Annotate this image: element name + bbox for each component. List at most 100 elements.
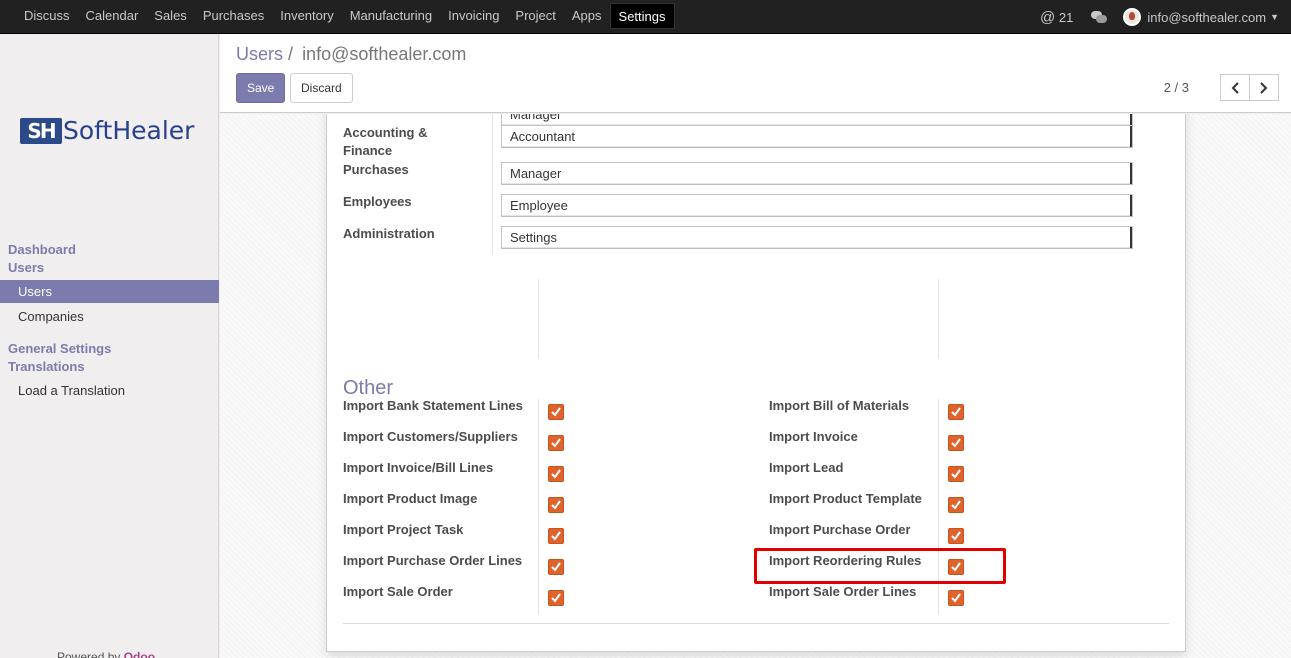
save-button[interactable]: Save [236, 73, 286, 103]
chevron-down-icon[interactable]: ▼ [1270, 12, 1279, 22]
logo-text: SoftHealer [63, 116, 195, 145]
sidebar-section-dashboard[interactable]: Dashboard [8, 241, 76, 259]
checkbox-label: Import Customers/Suppliers [343, 429, 518, 444]
chat-icon[interactable] [1091, 11, 1108, 23]
sidebar-section-users[interactable]: Users [8, 259, 44, 277]
app-menu: Discuss Calendar Sales Purchases Invento… [16, 3, 675, 29]
select-accounting[interactable]: Accountant [501, 125, 1133, 148]
checkmark-icon [951, 469, 961, 479]
import-checkbox[interactable] [948, 497, 964, 513]
select-caret-icon [1130, 163, 1132, 184]
import-checkbox[interactable] [548, 559, 564, 575]
select-purchases[interactable]: Manager [501, 162, 1133, 185]
sidebar-section-general-settings[interactable]: General Settings [8, 340, 111, 358]
select-employees[interactable]: Employee [501, 194, 1133, 217]
import-checkbox[interactable] [548, 404, 564, 420]
at-icon: @ [1040, 8, 1056, 26]
sidebar-item-companies[interactable]: Companies [0, 305, 219, 328]
label-employees: Employees [343, 194, 412, 209]
control-panel: Users / info@softhealer.com Save Discard… [220, 34, 1291, 113]
import-checkbox[interactable] [548, 590, 564, 606]
import-checkbox[interactable] [948, 435, 964, 451]
label-administration: Administration [343, 226, 435, 241]
sidebar-item-load-translation[interactable]: Load a Translation [0, 379, 219, 402]
powered-by-brand[interactable]: Odoo [124, 650, 155, 658]
section-title-other: Other [343, 377, 394, 399]
form-view: Manager Accounting & Finance Accountant … [220, 114, 1291, 658]
menu-settings[interactable]: Settings [609, 3, 675, 29]
breadcrumb: Users / info@softhealer.com [236, 44, 466, 65]
checkbox-label: Import Project Task [343, 522, 464, 537]
menu-apps[interactable]: Apps [564, 3, 610, 29]
import-checkbox[interactable] [548, 435, 564, 451]
menu-inventory[interactable]: Inventory [272, 3, 341, 29]
pager-value[interactable]: 2 / 3 [1164, 80, 1189, 95]
softhealer-logo: SH SoftHealer [20, 116, 194, 145]
checkbox-label: Import Product Template [769, 491, 922, 506]
select-caret-icon [1130, 126, 1132, 147]
import-checkbox[interactable] [548, 466, 564, 482]
select-caret-icon [1130, 227, 1132, 248]
import-checkbox[interactable] [948, 528, 964, 544]
menu-purchases[interactable]: Purchases [195, 3, 272, 29]
label-purchases: Purchases [343, 162, 409, 177]
select-accounting-value: Accountant [510, 129, 576, 144]
import-checkbox[interactable] [948, 404, 964, 420]
checkmark-icon [951, 531, 961, 541]
import-checkbox[interactable] [548, 497, 564, 513]
bottom-rule [343, 623, 1169, 624]
menu-manufacturing[interactable]: Manufacturing [342, 3, 440, 29]
select-caret-icon [1130, 114, 1132, 125]
column-divider [492, 114, 493, 255]
select-administration-value: Settings [510, 230, 557, 245]
checkbox-label: Import Sale Order [343, 584, 453, 599]
menu-discuss[interactable]: Discuss [16, 3, 78, 29]
pager-previous-button[interactable] [1220, 74, 1250, 101]
import-checkbox[interactable] [948, 466, 964, 482]
checkmark-icon [951, 438, 961, 448]
pager-next-button[interactable] [1249, 74, 1279, 101]
highlight-box [754, 548, 1006, 584]
form-sheet: Manager Accounting & Finance Accountant … [326, 114, 1186, 652]
mentions[interactable]: @ 21 [1040, 9, 1073, 26]
empty-group-divider [538, 279, 539, 359]
checkmark-icon [951, 593, 961, 603]
breadcrumb-separator: / [288, 44, 294, 64]
checkbox-label: Import Invoice [769, 429, 858, 444]
avatar[interactable] [1123, 8, 1142, 26]
chevron-left-icon [1231, 82, 1239, 94]
checkmark-icon [551, 438, 561, 448]
chevron-right-icon [1260, 82, 1268, 94]
empty-group-divider [938, 279, 939, 359]
checkbox-label: Import Bill of Materials [769, 398, 910, 413]
select-administration[interactable]: Settings [501, 226, 1133, 249]
checkbox-label: Import Invoice/Bill Lines [343, 460, 494, 475]
discard-button[interactable]: Discard [290, 73, 353, 103]
breadcrumb-users[interactable]: Users [236, 44, 283, 64]
menu-calendar[interactable]: Calendar [78, 3, 147, 29]
sidebar-item-users[interactable]: Users [0, 280, 219, 303]
checkbox-label: Import Lead [769, 460, 844, 475]
checkbox-label: Import Bank Statement Lines [343, 398, 523, 413]
checkmark-icon [551, 469, 561, 479]
user-email[interactable]: info@softhealer.com [1147, 10, 1266, 25]
menu-sales[interactable]: Sales [146, 3, 195, 29]
checkmark-icon [551, 531, 561, 541]
import-checkbox[interactable] [548, 528, 564, 544]
label-accounting: Accounting & Finance [343, 125, 428, 158]
select-caret-icon [1130, 195, 1132, 216]
menu-invoicing[interactable]: Invoicing [440, 3, 507, 29]
checkmark-icon [551, 500, 561, 510]
select-partial-value: Manager [510, 114, 562, 122]
import-checkbox[interactable] [948, 590, 964, 606]
sidebar: SH SoftHealer Dashboard Users Users Comp… [0, 34, 219, 658]
checkbox-label: Import Product Image [343, 491, 478, 506]
sidebar-section-translations[interactable]: Translations [8, 358, 85, 376]
menu-project[interactable]: Project [507, 3, 563, 29]
logo-mark: SH [20, 117, 62, 144]
mentions-count: 21 [1058, 9, 1074, 25]
breadcrumb-current: info@softhealer.com [302, 44, 467, 64]
powered-by: Powered by Odoo [57, 650, 155, 658]
powered-by-text: Powered by [57, 650, 121, 658]
select-employees-value: Employee [510, 198, 568, 213]
